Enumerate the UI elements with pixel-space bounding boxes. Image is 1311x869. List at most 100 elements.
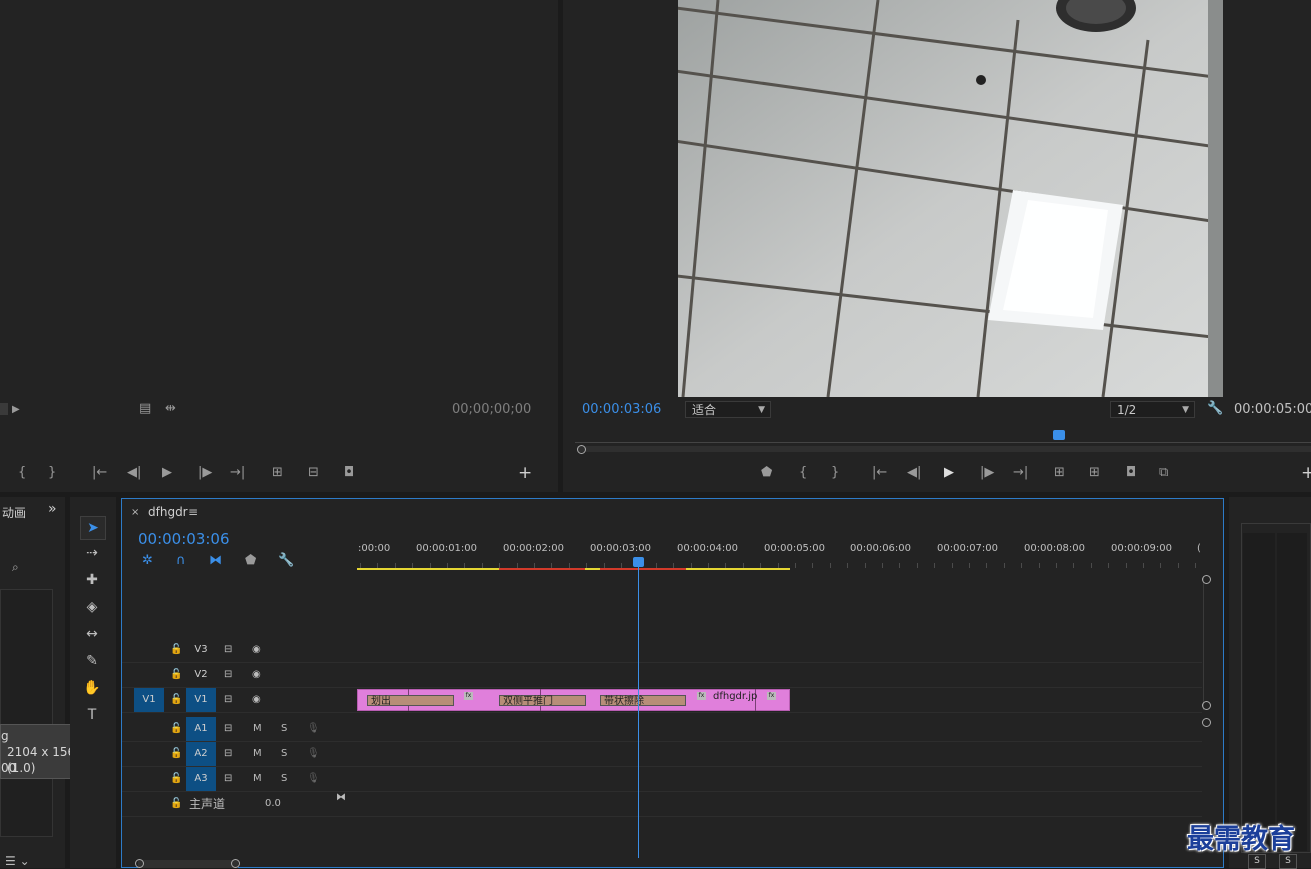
go-to-in-icon[interactable]: |← — [872, 466, 887, 480]
scroll-handle[interactable] — [1202, 718, 1211, 727]
scrub-start-handle[interactable] — [577, 445, 586, 454]
transition-clip[interactable]: 划出 — [367, 695, 454, 707]
linked-selection-icon[interactable]: ⧓ — [209, 554, 222, 568]
sync-lock-icon[interactable]: ⊟ — [224, 742, 232, 766]
fx-badge[interactable]: fx — [464, 692, 473, 700]
microphone-icon[interactable]: 🎙 — [307, 742, 320, 766]
go-to-out-icon[interactable]: →| — [1013, 466, 1028, 480]
track-label-a1[interactable]: A1 — [186, 717, 216, 741]
fx-badge[interactable]: fx — [697, 692, 706, 700]
fit-select[interactable]: 适合 ▼ — [685, 401, 771, 418]
settings-mini-icon[interactable]: ▤ — [139, 402, 151, 416]
track-select-tool-icon[interactable]: ⇢ — [80, 542, 104, 564]
playhead-marker[interactable] — [1053, 430, 1065, 440]
track-label-a3[interactable]: A3 — [186, 767, 216, 791]
add-marker-icon[interactable]: ⬟ — [761, 466, 772, 480]
play-icon[interactable]: ▶ — [944, 466, 954, 480]
scrub-track[interactable] — [577, 446, 1311, 452]
solo-right-button[interactable]: S — [1279, 854, 1297, 869]
step-back-icon[interactable]: ◀| — [127, 466, 141, 480]
insert-icon[interactable]: ⊞ — [272, 466, 283, 480]
panel-overflow-icon[interactable]: » — [48, 501, 57, 517]
mark-in-icon[interactable]: { — [18, 466, 26, 480]
solo-button[interactable]: S — [281, 742, 287, 766]
add-button-icon[interactable]: + — [1301, 465, 1311, 482]
go-to-end-icon[interactable]: ⧓ — [336, 786, 346, 810]
scrub-ruler[interactable] — [575, 432, 1311, 443]
horizontal-zoom-scrollbar[interactable] — [138, 860, 238, 868]
tab-menu-icon[interactable]: ≡ — [188, 505, 198, 519]
snap-magnet-icon[interactable]: ∩ — [176, 554, 186, 568]
master-volume-value[interactable]: 0.0 — [265, 792, 281, 816]
source-patch-v1[interactable]: V1 — [134, 688, 164, 712]
mark-in-icon[interactable]: { — [799, 466, 807, 480]
sync-lock-icon[interactable]: ⊟ — [224, 638, 232, 662]
wrench-icon[interactable]: 🔧 — [1207, 402, 1223, 416]
lock-icon[interactable]: 🔓 — [170, 792, 182, 816]
camera-icon[interactable]: ◘ — [344, 466, 354, 480]
track-label-v1[interactable]: V1 — [186, 688, 216, 712]
folder-search-icon[interactable]: ⌕ — [12, 560, 19, 575]
eye-icon[interactable]: ◉ — [252, 688, 261, 712]
track-label-v3[interactable]: V3 — [186, 638, 216, 662]
eye-icon[interactable]: ◉ — [252, 638, 261, 662]
lock-icon[interactable]: 🔓 — [170, 717, 182, 741]
hand-tool-icon[interactable]: ✋ — [80, 677, 104, 699]
camera-icon[interactable]: ◘ — [1126, 466, 1136, 480]
scroll-handle[interactable] — [1202, 575, 1211, 584]
scroll-handle[interactable] — [135, 859, 144, 868]
track-label-v2[interactable]: V2 — [186, 663, 216, 687]
sync-lock-icon[interactable]: ⊟ — [224, 717, 232, 741]
step-forward-icon[interactable]: |▶ — [198, 466, 212, 480]
microphone-icon[interactable]: 🎙 — [307, 717, 320, 741]
transition-clip[interactable]: 带状擦除 — [600, 695, 686, 707]
close-tab-icon[interactable]: × — [131, 507, 139, 518]
scroll-handle[interactable] — [231, 859, 240, 868]
solo-button[interactable]: S — [281, 717, 287, 741]
mute-button[interactable]: M — [253, 767, 262, 791]
go-to-out-icon[interactable]: →| — [230, 466, 245, 480]
solo-left-button[interactable]: S — [1248, 854, 1266, 869]
track-label-a2[interactable]: A2 — [186, 742, 216, 766]
ripple-edit-tool-icon[interactable]: ✚ — [80, 569, 104, 591]
lock-icon[interactable]: 🔓 — [170, 767, 182, 791]
type-tool-icon[interactable]: T — [80, 704, 104, 726]
eye-icon[interactable]: ◉ — [252, 663, 261, 687]
lock-icon[interactable]: 🔓 — [170, 663, 182, 687]
mute-button[interactable]: M — [253, 742, 262, 766]
sync-lock-icon[interactable]: ⊟ — [224, 688, 232, 712]
sequence-tab[interactable]: dfhgdr — [148, 505, 188, 519]
timeline-settings-wrench-icon[interactable]: 🔧 — [278, 554, 294, 568]
selection-tool-icon[interactable]: ➤ — [80, 516, 106, 540]
microphone-icon[interactable]: 🎙 — [307, 767, 320, 791]
overwrite-icon[interactable]: ⊟ — [308, 466, 319, 480]
compare-view-icon[interactable]: ⧉ — [1159, 466, 1168, 480]
list-view-icon[interactable]: ☰ ⌄ — [5, 854, 30, 868]
play-icon[interactable]: ▶ — [162, 466, 172, 480]
razor-tool-icon[interactable]: ◈ — [80, 596, 104, 618]
mark-out-icon[interactable]: } — [48, 466, 56, 480]
resolution-select[interactable]: 1/2 ▼ — [1110, 401, 1195, 418]
lock-icon[interactable]: 🔓 — [170, 638, 182, 662]
solo-button[interactable]: S — [281, 767, 287, 791]
project-tab[interactable]: 动画 — [2, 504, 26, 521]
add-marker-icon[interactable]: ⬟ — [245, 554, 256, 568]
lock-icon[interactable]: 🔓 — [170, 742, 182, 766]
timeline-playhead-handle[interactable] — [633, 557, 644, 567]
scroll-handle[interactable] — [1202, 701, 1211, 710]
slip-tool-icon[interactable]: ↔ — [80, 623, 104, 645]
mark-out-icon[interactable]: } — [831, 466, 839, 480]
extract-icon[interactable]: ⊞ — [1089, 466, 1100, 480]
mute-button[interactable]: M — [253, 717, 262, 741]
sync-lock-icon[interactable]: ⊟ — [224, 663, 232, 687]
timeline-current-time[interactable]: 00:00:03:06 — [138, 530, 230, 548]
add-button-icon[interactable]: + — [518, 465, 532, 482]
vertical-zoom-scrollbar[interactable] — [1203, 576, 1212, 710]
step-back-icon[interactable]: ◀| — [907, 466, 921, 480]
program-current-time[interactable]: 00:00:03:06 — [582, 402, 661, 417]
lift-icon[interactable]: ⊞ — [1054, 466, 1065, 480]
sync-lock-icon[interactable]: ⊟ — [224, 767, 232, 791]
drag-handle-icon[interactable]: ⇹ — [165, 402, 176, 416]
fx-badge[interactable]: fx — [767, 692, 776, 700]
play-marker-icon[interactable]: ▶ — [12, 403, 20, 417]
